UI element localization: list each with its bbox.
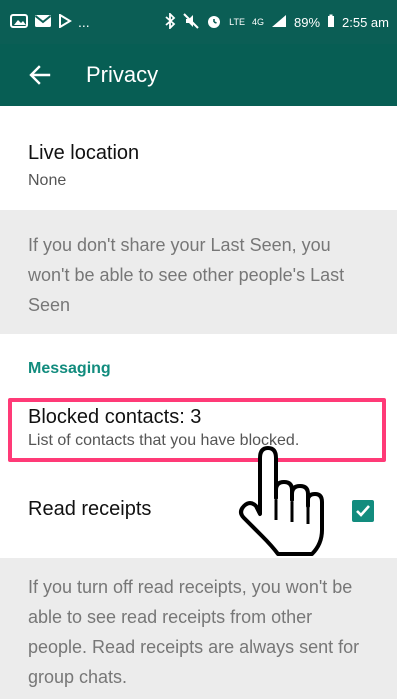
live-location-row[interactable]: Live location None xyxy=(0,122,397,210)
gallery-icon xyxy=(10,13,28,31)
status-left-icons: ... xyxy=(0,12,90,31)
read-receipts-title: Read receipts xyxy=(28,498,152,520)
battery-icon xyxy=(327,14,335,31)
messaging-section-header: Messaging xyxy=(28,360,111,377)
check-icon xyxy=(356,505,370,517)
clock-time: 2:55 am xyxy=(342,14,389,30)
battery-percent: 89% xyxy=(293,14,321,30)
live-location-value: None xyxy=(28,172,67,189)
read-receipts-info-block: If you turn off read receipts, you won't… xyxy=(0,558,397,699)
live-location-title: Live location xyxy=(28,142,140,164)
privacy-settings-list: Live location None If you don't share yo… xyxy=(0,106,397,699)
mute-icon xyxy=(183,12,199,32)
lte-indicator: LTE xyxy=(229,17,245,27)
signal-icon xyxy=(271,14,287,31)
mail-icon xyxy=(34,14,52,31)
back-button[interactable] xyxy=(12,47,68,103)
status-bar: ... LTE 4G 89% 2:55 am xyxy=(0,0,397,44)
bluetooth-icon xyxy=(164,11,176,32)
back-arrow-icon xyxy=(29,65,51,85)
status-ellipsis: ... xyxy=(78,14,90,30)
network-indicator: 4G xyxy=(251,17,264,27)
alarm-icon xyxy=(206,13,222,32)
read-receipts-info-text: If you turn off read receipts, you won't… xyxy=(28,577,360,687)
app-bar: Privacy xyxy=(0,44,397,106)
pointer-hand-icon xyxy=(239,446,324,556)
read-receipts-row[interactable]: Read receipts xyxy=(0,474,397,548)
status-right-icons: LTE 4G 89% 2:55 am xyxy=(164,11,397,32)
read-receipts-checkbox[interactable] xyxy=(352,500,374,522)
last-seen-info-text: If you don't share your Last Seen, you w… xyxy=(28,235,345,315)
page-title: Privacy xyxy=(86,62,159,87)
last-seen-info-block: If you don't share your Last Seen, you w… xyxy=(0,210,397,334)
play-store-icon xyxy=(58,12,72,31)
